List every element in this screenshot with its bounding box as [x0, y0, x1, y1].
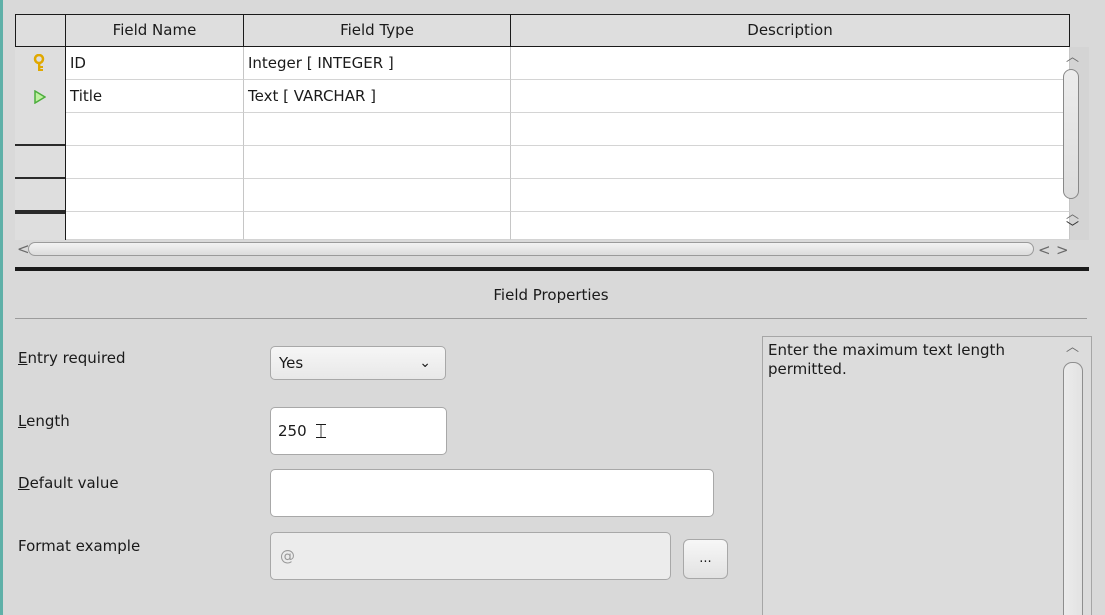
table-row[interactable] [15, 212, 1070, 240]
column-header-field-name[interactable]: Field Name [66, 14, 244, 47]
horizontal-scrollbar-thumb[interactable] [28, 242, 1034, 256]
hotkey-letter: L [18, 412, 27, 430]
scroll-up-icon[interactable]: ︿ [1066, 208, 1079, 221]
scroll-up-icon[interactable]: ︿ [1066, 51, 1079, 64]
field-name-cell[interactable]: ID [66, 47, 244, 80]
field-type-cell[interactable]: Text [ VARCHAR ] [244, 80, 511, 113]
key-icon [33, 54, 45, 71]
default-value-input[interactable] [270, 469, 714, 517]
field-name-cell[interactable] [66, 146, 244, 179]
field-type-cell[interactable] [244, 179, 511, 212]
format-example-label: Format example [18, 537, 141, 555]
description-cell[interactable] [511, 80, 1070, 113]
description-cell[interactable] [511, 179, 1070, 212]
field-type-cell[interactable]: Integer [ INTEGER ] [244, 47, 511, 80]
format-button[interactable]: ... [683, 539, 728, 579]
length-label: Length [18, 412, 70, 430]
help-text: Enter the maximum text length permitted. [768, 341, 1005, 378]
length-input[interactable]: 250 ⌶ [270, 407, 447, 455]
format-example-input: @ [270, 532, 671, 580]
table-header-row: Field Name Field Type Description [15, 14, 1070, 47]
pane-splitter[interactable] [15, 267, 1089, 271]
table-row[interactable] [15, 179, 1070, 212]
text-cursor-icon: ⌶ [315, 419, 327, 443]
scroll-down-icon[interactable]: ﹀ [1066, 222, 1079, 235]
column-header-field-type[interactable]: Field Type [244, 14, 511, 47]
row-handle[interactable] [15, 113, 66, 146]
field-type-cell[interactable] [244, 212, 511, 240]
field-name-cell[interactable] [66, 212, 244, 240]
row-handle[interactable] [15, 146, 66, 179]
field-name-cell[interactable]: Title [66, 80, 244, 113]
entry-required-label: Entry required [18, 349, 126, 367]
scroll-right-icon[interactable]: > [1056, 243, 1069, 258]
field-table: Field Name Field Type Description ID Int… [15, 14, 1089, 264]
field-type-cell[interactable] [244, 146, 511, 179]
scroll-up-icon[interactable]: ︿ [1066, 341, 1079, 354]
vertical-scrollbar-thumb[interactable] [1063, 69, 1079, 199]
field-properties-title: Field Properties [493, 286, 609, 304]
window-left-edge [0, 0, 3, 615]
table-row[interactable] [15, 146, 1070, 179]
description-cell[interactable] [511, 47, 1070, 80]
divider [15, 318, 1087, 319]
table-row[interactable]: Title Text [ VARCHAR ] [15, 80, 1070, 113]
description-cell[interactable] [511, 146, 1070, 179]
field-name-cell[interactable] [66, 179, 244, 212]
dropdown-value: Yes [279, 354, 304, 372]
table-row[interactable] [15, 113, 1070, 146]
row-handle[interactable] [15, 47, 66, 80]
current-row-arrow-icon [34, 90, 46, 104]
row-handle[interactable] [15, 179, 66, 212]
chevron-down-icon: ⌄ [419, 355, 431, 371]
label-text: ntry required [27, 349, 126, 367]
table-row[interactable]: ID Integer [ INTEGER ] [15, 47, 1070, 80]
field-type-cell[interactable] [244, 113, 511, 146]
entry-required-dropdown[interactable]: Yes ⌄ [270, 346, 446, 380]
hotkey-letter: D [18, 474, 30, 492]
label-text: ength [26, 412, 70, 430]
label-text: efault value [29, 474, 119, 492]
scroll-left-icon[interactable]: < [1038, 243, 1051, 258]
column-header-description[interactable]: Description [511, 14, 1070, 47]
header-corner [15, 14, 66, 47]
length-value: 250 [278, 422, 307, 440]
format-example-value: @ [280, 547, 295, 565]
help-scrollbar-thumb[interactable] [1063, 362, 1083, 615]
description-cell[interactable] [511, 212, 1070, 240]
description-cell[interactable] [511, 113, 1070, 146]
row-handle[interactable] [15, 212, 66, 240]
field-name-cell[interactable] [66, 113, 244, 146]
default-value-label: Default value [18, 474, 119, 492]
row-handle[interactable] [15, 80, 66, 113]
